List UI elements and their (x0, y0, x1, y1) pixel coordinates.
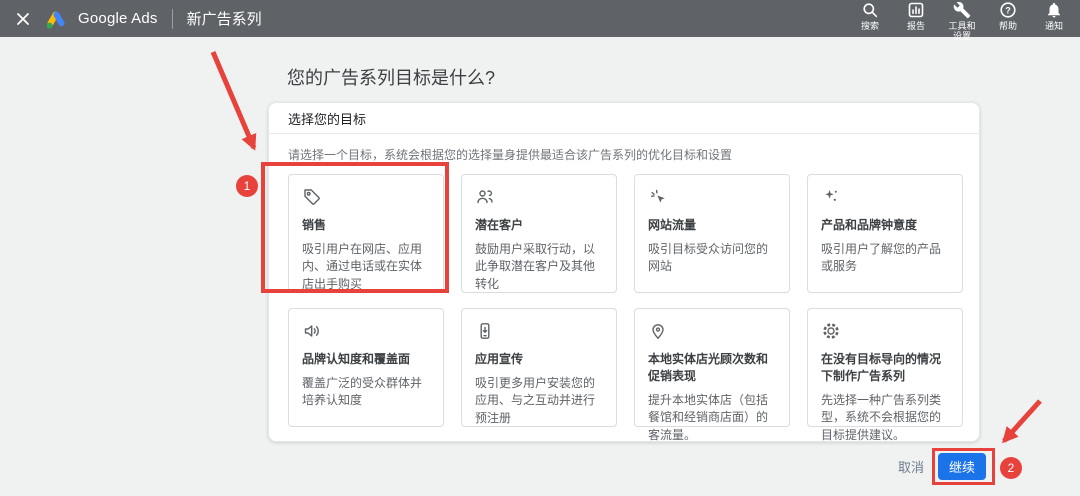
goal-card-sales[interactable]: 销售 吸引用户在网店、应用内、通过电话或在实体店出手购买 (288, 174, 444, 293)
annotation-arrow-1 (213, 52, 254, 148)
phone-icon (475, 321, 495, 341)
speaker-icon (302, 321, 322, 341)
cursor-icon (648, 187, 668, 207)
panel-subtitle: 请选择一个目标，系统会根据您的选择量身提供最适合该广告系列的优化目标和设置 (269, 134, 979, 174)
search-button[interactable]: 搜索 (850, 1, 890, 31)
goal-selection-panel: 选择您的目标 请选择一个目标，系统会根据您的选择量身提供最适合该广告系列的优化目… (268, 102, 980, 442)
help-icon: ? (999, 1, 1017, 19)
goal-card-brand-awareness[interactable]: 品牌认知度和覆盖面 覆盖广泛的受众群体并培养认知度 (288, 308, 444, 427)
wizard-footer: 取消 继续 (898, 453, 986, 480)
topbar: Google Ads 新广告系列 搜索 报告 工具和设置 ? (0, 0, 1080, 37)
tools-settings-button[interactable]: 工具和设置 (942, 1, 982, 41)
tools-icon (953, 1, 971, 19)
help-button[interactable]: ? 帮助 (988, 1, 1028, 31)
goal-card-local-store-visits[interactable]: 本地实体店光顾次数和促销表现 提升本地实体店（包括餐馆和经销商店面）的客流量。 (634, 308, 790, 427)
search-label: 搜索 (853, 21, 887, 31)
tag-icon (302, 187, 322, 207)
svg-text:?: ? (1005, 5, 1011, 15)
annotation-step2-badge: 2 (1000, 457, 1022, 479)
goal-card-product-brand-consideration[interactable]: 产品和品牌钟意度 吸引用户了解您的产品或服务 (807, 174, 963, 293)
notifications-label: 通知 (1037, 21, 1071, 31)
gear-icon (821, 321, 841, 341)
reports-button[interactable]: 报告 (896, 1, 936, 31)
goal-title: 应用宣传 (475, 350, 603, 367)
topbar-actions: 搜索 报告 工具和设置 ? 帮助 通知 (850, 0, 1080, 41)
goal-description: 吸引用户在网店、应用内、通过电话或在实体店出手购买 (302, 241, 430, 293)
goal-description: 先选择一种广告系列类型，系统不会根据您的目标提供建议。 (821, 392, 949, 444)
tools-settings-label: 工具和设置 (945, 21, 979, 41)
report-icon (907, 1, 925, 19)
goal-description: 鼓励用户采取行动，以此争取潜在客户及其他转化 (475, 241, 603, 293)
people-icon (475, 187, 495, 207)
cancel-button[interactable]: 取消 (898, 457, 924, 476)
goal-description: 吸引更多用户安装您的应用、与之互动并进行预注册 (475, 375, 603, 427)
goal-title: 网站流量 (648, 216, 776, 233)
bell-icon (1045, 1, 1063, 19)
goal-title: 销售 (302, 216, 430, 233)
brand-name: Google Ads (78, 10, 158, 27)
goal-card-leads[interactable]: 潜在客户 鼓励用户采取行动，以此争取潜在客户及其他转化 (461, 174, 617, 293)
goal-card-no-goal[interactable]: 在没有目标导向的情况下制作广告系列 先选择一种广告系列类型，系统不会根据您的目标… (807, 308, 963, 427)
goal-description: 覆盖广泛的受众群体并培养认知度 (302, 375, 430, 410)
topbar-left: Google Ads 新广告系列 (0, 7, 262, 31)
goal-description: 吸引用户了解您的产品或服务 (821, 241, 949, 276)
goal-description: 提升本地实体店（包括餐馆和经销商店面）的客流量。 (648, 392, 776, 444)
topbar-divider (172, 9, 173, 29)
goal-description: 吸引目标受众访问您的网站 (648, 241, 776, 276)
pin-icon (648, 321, 668, 341)
goal-title: 品牌认知度和覆盖面 (302, 350, 430, 367)
notifications-button[interactable]: 通知 (1034, 1, 1074, 31)
help-label: 帮助 (991, 21, 1025, 31)
goal-title: 产品和品牌钟意度 (821, 216, 949, 233)
topbar-page-title: 新广告系列 (187, 8, 262, 29)
annotation-step1-badge: 1 (236, 175, 258, 197)
close-icon[interactable] (12, 8, 34, 30)
search-icon (861, 1, 879, 19)
reports-label: 报告 (899, 21, 933, 31)
page-title: 您的广告系列目标是什么? (287, 64, 495, 90)
goal-title: 本地实体店光顾次数和促销表现 (648, 350, 776, 384)
goal-card-website-traffic[interactable]: 网站流量 吸引目标受众访问您的网站 (634, 174, 790, 293)
continue-button[interactable]: 继续 (938, 453, 986, 480)
google-ads-logo-icon (44, 7, 68, 31)
goal-title: 在没有目标导向的情况下制作广告系列 (821, 350, 949, 384)
panel-header: 选择您的目标 (269, 103, 979, 134)
sparkle-icon (821, 187, 841, 207)
goal-card-app-promotion[interactable]: 应用宣传 吸引更多用户安装您的应用、与之互动并进行预注册 (461, 308, 617, 427)
goal-title: 潜在客户 (475, 216, 603, 233)
annotation-arrow-2 (1004, 401, 1040, 441)
goals-grid: 销售 吸引用户在网店、应用内、通过电话或在实体店出手购买 潜在客户 鼓励用户采取… (269, 174, 979, 427)
